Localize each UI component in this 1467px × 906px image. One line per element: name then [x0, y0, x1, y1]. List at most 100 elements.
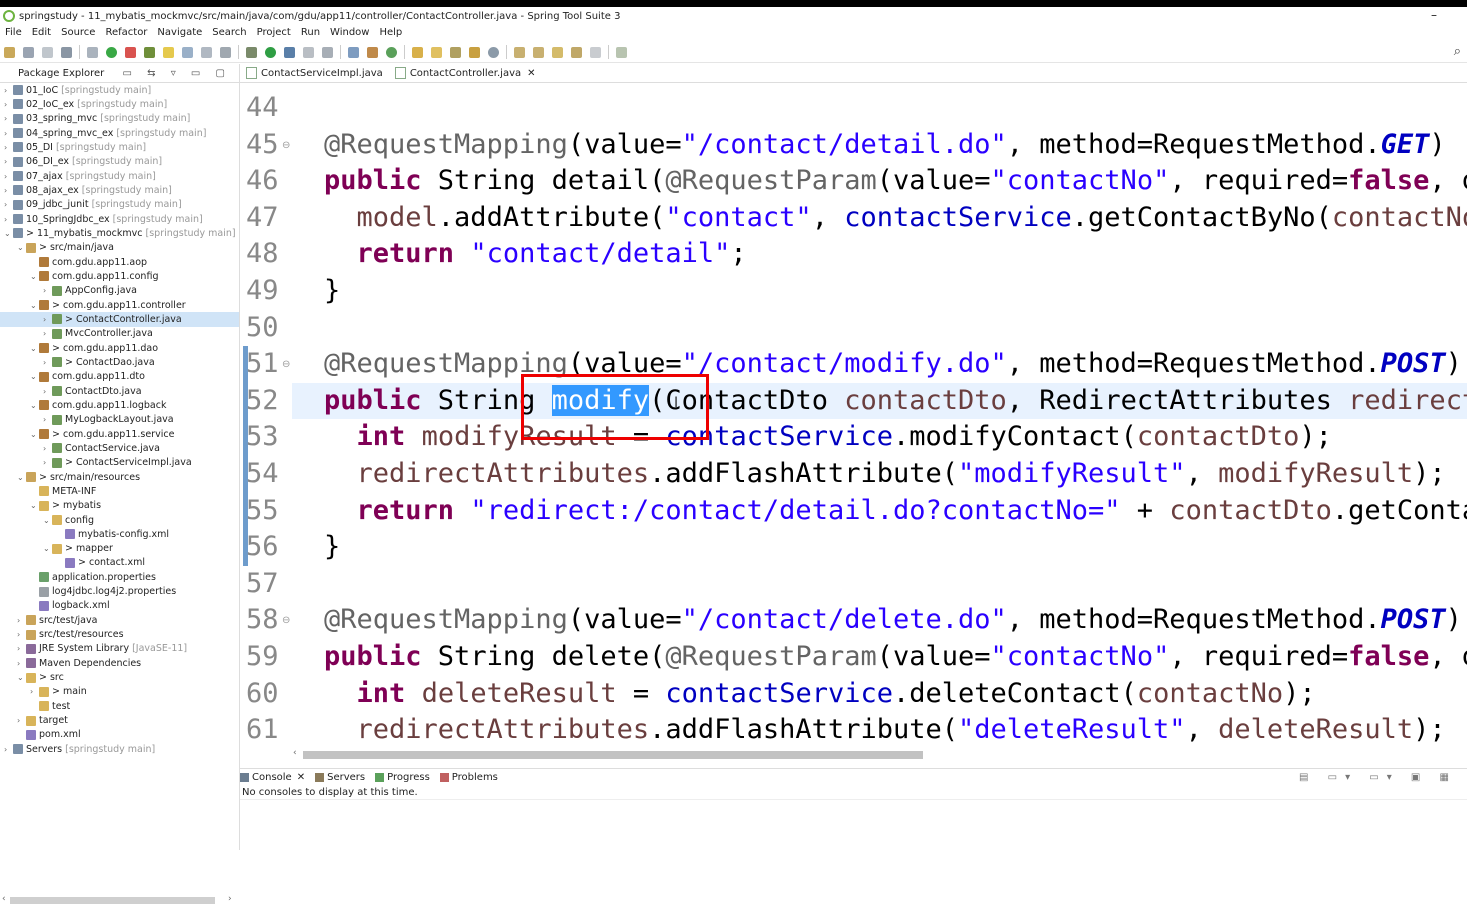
tree-item[interactable]: › AppConfig.java: [0, 284, 239, 298]
last-edit-icon[interactable]: [552, 46, 563, 58]
tree-item[interactable]: › src/test/resources: [0, 627, 239, 641]
menu-help[interactable]: Help: [379, 27, 402, 38]
tree-item[interactable]: › ContactDto.java: [0, 384, 239, 398]
tree-item[interactable]: › JRE System Library [JavaSE-11]: [0, 642, 239, 656]
new-class-icon[interactable]: [386, 46, 397, 58]
tree-item[interactable]: › 06_DI_ex [springstudy main]: [0, 155, 239, 169]
coverage-icon[interactable]: [322, 46, 333, 58]
new-java-project-icon[interactable]: [348, 46, 359, 58]
chevron-right-icon[interactable]: ›: [4, 186, 13, 195]
menu-window[interactable]: Window: [330, 27, 369, 38]
tree-item[interactable]: ⌄ com.gdu.app11.config: [0, 269, 239, 283]
tree-item[interactable]: ⌄ com.gdu.app11.logback: [0, 398, 239, 412]
chevron-right-icon[interactable]: ›: [4, 157, 13, 166]
chevron-down-icon[interactable]: ⌄: [30, 272, 39, 281]
tree-item[interactable]: ⌄ > com.gdu.app11.service: [0, 427, 239, 441]
menu-refactor[interactable]: Refactor: [105, 27, 147, 38]
tree-item[interactable]: › > main: [0, 685, 239, 699]
tree-item[interactable]: › src/test/java: [0, 613, 239, 627]
package-explorer-title[interactable]: Package Explorer: [18, 68, 104, 79]
chevron-right-icon[interactable]: ›: [4, 200, 13, 209]
chevron-down-icon[interactable]: ⌄: [17, 243, 26, 252]
forward-icon[interactable]: [590, 46, 601, 58]
chevron-right-icon[interactable]: ›: [17, 716, 26, 725]
run-icon[interactable]: [265, 46, 276, 58]
tree-item[interactable]: com.gdu.app11.aop: [0, 255, 239, 269]
tree-item[interactable]: › 03_spring_mvc [springstudy main]: [0, 112, 239, 126]
chevron-down-icon[interactable]: ⌄: [30, 401, 39, 410]
chevron-down-icon[interactable]: ⌄: [17, 673, 26, 682]
save-all-icon[interactable]: [42, 46, 53, 58]
tree-item[interactable]: ⌄ > src/main/resources: [0, 470, 239, 484]
next-annotation-icon[interactable]: [514, 46, 525, 58]
chevron-down-icon[interactable]: ⌄: [30, 301, 39, 310]
tree-item[interactable]: test: [0, 699, 239, 713]
chevron-right-icon[interactable]: ›: [4, 86, 13, 95]
tab-contactserviceimpl[interactable]: ContactServiceImpl.java: [240, 64, 389, 82]
chevron-right-icon[interactable]: ›: [43, 358, 52, 367]
scroll-thumb[interactable]: [303, 751, 923, 759]
chevron-right-icon[interactable]: ›: [43, 315, 52, 324]
chevron-right-icon[interactable]: ›: [17, 659, 26, 668]
tree-item[interactable]: > contact.xml: [0, 556, 239, 570]
tree-item[interactable]: › MvcController.java: [0, 327, 239, 341]
tree-item[interactable]: META-INF: [0, 484, 239, 498]
spring-boot-icon[interactable]: [106, 46, 117, 58]
chevron-down-icon[interactable]: ⌄: [30, 501, 39, 510]
chevron-down-icon[interactable]: ⌄: [30, 344, 39, 353]
menu-file[interactable]: File: [5, 27, 22, 38]
tree-item[interactable]: ⌄ > com.gdu.app11.controller: [0, 298, 239, 312]
new-icon[interactable]: [4, 46, 15, 58]
console-toolbar-icons[interactable]: ▤ ▭▾ ▭▾ ▣ ▦: [1299, 772, 1457, 783]
tree-item[interactable]: logback.xml: [0, 599, 239, 613]
open-folder-icon[interactable]: [431, 46, 442, 58]
chevron-right-icon[interactable]: ›: [4, 172, 13, 181]
tree-item[interactable]: › 02_IoC_ex [springstudy main]: [0, 97, 239, 111]
chevron-right-icon[interactable]: ›: [4, 114, 13, 123]
chevron-right-icon[interactable]: ›: [43, 415, 52, 424]
refresh-icon[interactable]: [125, 46, 136, 58]
chevron-right-icon[interactable]: ›: [43, 286, 52, 295]
menu-project[interactable]: Project: [257, 27, 291, 38]
fold-marker[interactable]: ⊖: [282, 359, 290, 370]
tree-item[interactable]: › 08_ajax_ex [springstudy main]: [0, 183, 239, 197]
tree-item[interactable]: › 01_IoC [springstudy main]: [0, 83, 239, 97]
chevron-right-icon[interactable]: ›: [43, 387, 52, 396]
tree-item[interactable]: ⌄ com.gdu.app11.dto: [0, 370, 239, 384]
tree-item[interactable]: › target: [0, 713, 239, 727]
chevron-down-icon[interactable]: ⌄: [4, 229, 13, 238]
tree-item[interactable]: › 07_ajax [springstudy main]: [0, 169, 239, 183]
new-package-icon[interactable]: [367, 46, 378, 58]
tree-item[interactable]: › 05_DI [springstudy main]: [0, 140, 239, 154]
tree-item[interactable]: pom.xml: [0, 728, 239, 742]
code-editor[interactable]: 44 45 46 47 48 49 50 51 52 53 54 55 56 5…: [240, 84, 1467, 748]
word-wrap-icon[interactable]: [201, 46, 212, 58]
tree-item[interactable]: log4jdbc.log4j2.properties: [0, 584, 239, 598]
tree-item[interactable]: ⌄ config: [0, 513, 239, 527]
stop-icon[interactable]: [303, 46, 314, 58]
tree-item[interactable]: › ContactService.java: [0, 441, 239, 455]
tree-item[interactable]: › Maven Dependencies: [0, 656, 239, 670]
chevron-down-icon[interactable]: ⌄: [43, 516, 52, 525]
tree-item[interactable]: › MyLogbackLayout.java: [0, 413, 239, 427]
run-external-icon[interactable]: [284, 46, 295, 58]
save-icon[interactable]: [23, 46, 34, 58]
chevron-right-icon[interactable]: ›: [30, 687, 39, 696]
menu-edit[interactable]: Edit: [32, 27, 51, 38]
fold-marker[interactable]: ⊖: [282, 615, 290, 626]
view-toolbar-icons[interactable]: ▭ ⇆ ▿ ▭ ▢: [123, 68, 231, 79]
toggle-mark-icon[interactable]: [163, 46, 174, 58]
chevron-right-icon[interactable]: ›: [43, 444, 52, 453]
tree-item[interactable]: › > ContactServiceImpl.java: [0, 456, 239, 470]
explorer-hscrollbar[interactable]: ‹ ›: [0, 894, 239, 906]
spring-icon[interactable]: [144, 46, 155, 58]
tree-item[interactable]: › 04_spring_mvc_ex [springstudy main]: [0, 126, 239, 140]
chevron-down-icon[interactable]: ⌄: [30, 372, 39, 381]
menu-source[interactable]: Source: [61, 27, 95, 38]
minimize-button[interactable]: –: [1431, 8, 1437, 22]
prev-annotation-icon[interactable]: [533, 46, 544, 58]
chevron-right-icon[interactable]: ›: [43, 329, 52, 338]
tree-item[interactable]: ⌄ > src: [0, 670, 239, 684]
tree-item[interactable]: › > ContactDao.java: [0, 355, 239, 369]
back-icon[interactable]: [571, 46, 582, 58]
